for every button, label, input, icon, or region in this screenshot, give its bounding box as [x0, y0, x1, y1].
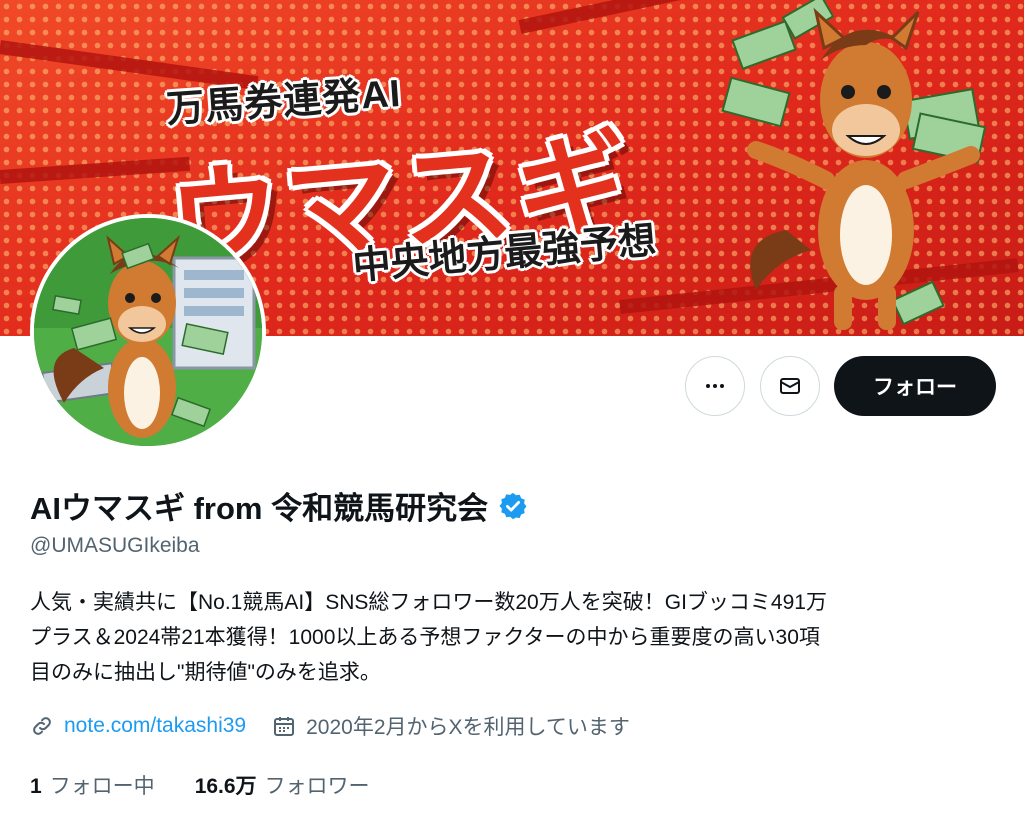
horse-mascot-illustration	[721, 0, 987, 330]
profile-website-link[interactable]: note.com/takashi39	[64, 714, 246, 738]
followers-count: 16.6万	[194, 775, 257, 798]
profile-meta: note.com/takashi39 2020年2月からXを利用しています	[30, 711, 630, 741]
mail-icon	[780, 378, 800, 394]
horse-mascot-avatar	[34, 218, 262, 446]
user-handle: @UMASUGIkeiba	[30, 534, 200, 557]
more-icon	[706, 384, 724, 388]
link-icon	[33, 717, 51, 735]
bio-line: 目のみに抽出し"期待値"のみを追求。	[30, 661, 381, 684]
calendar-icon	[274, 717, 295, 736]
display-name: AIウマスギ from 令和競馬研究会	[30, 491, 489, 526]
more-button[interactable]	[685, 356, 745, 416]
following-label: フォロー中	[49, 775, 155, 798]
profile-avatar[interactable]	[30, 214, 266, 450]
follow-stats: 1 フォロー中 16.6万 フォロワー	[30, 770, 370, 800]
profile-bio: 人気・実績共に【No.1競馬AI】SNS総フォロワー数20万人を突破！GIブッコ…	[30, 585, 1005, 690]
bio-line: 人気・実績共に【No.1競馬AI】SNS総フォロワー数20万人を突破！GIブッコ…	[30, 591, 827, 614]
follow-button[interactable]: フォロー	[834, 356, 996, 416]
name-row: AIウマスギ from 令和競馬研究会	[30, 483, 528, 528]
verified-badge-icon[interactable]	[498, 491, 528, 521]
bio-line: プラス＆2024帯21本獲得！1000以上ある予想ファクターの中から重要度の高い…	[30, 626, 820, 649]
following-count: 1	[30, 775, 42, 798]
banner-ray	[0, 156, 191, 184]
message-button[interactable]	[760, 356, 820, 416]
joined-date: 2020年2月からXを利用しています	[306, 716, 630, 739]
followers-link[interactable]: 16.6万 フォロワー	[195, 770, 370, 800]
followers-label: フォロワー	[264, 775, 370, 798]
following-link[interactable]: 1 フォロー中	[30, 770, 155, 800]
